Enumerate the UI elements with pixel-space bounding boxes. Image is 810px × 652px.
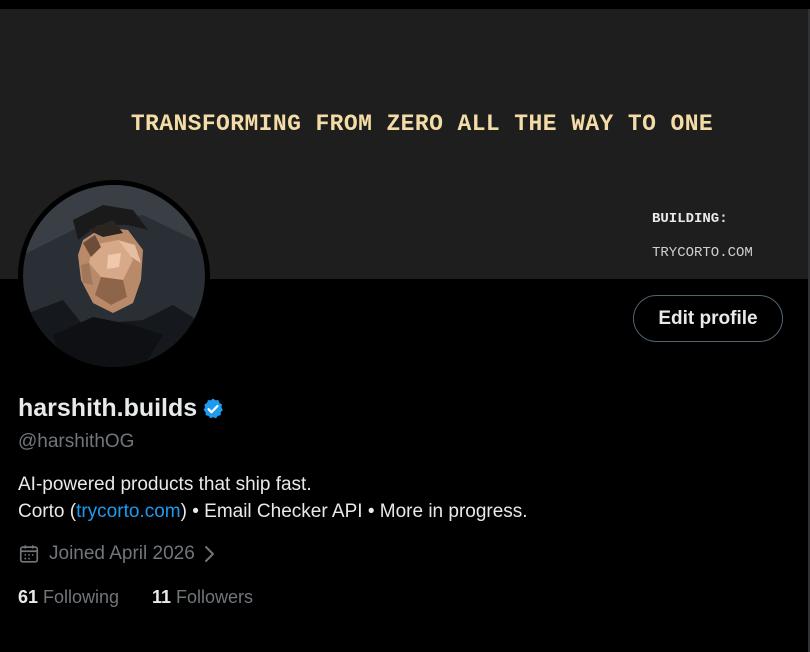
followers-link[interactable]: 11 Followers (152, 587, 253, 608)
banner-building-label: BUILDING: (652, 211, 728, 227)
bio-line-1: AI-powered products that ship fast. (18, 474, 312, 495)
chevron-right-icon (204, 546, 214, 562)
banner-headline: TRANSFORMING FROM ZERO ALL THE WAY TO ON… (130, 111, 714, 137)
edit-profile-button[interactable]: Edit profile (633, 295, 783, 342)
bio-text-prefix: Corto ( (18, 501, 77, 522)
bio-line-2: Corto (trycorto.com) • Email Checker API… (18, 501, 528, 523)
verified-badge-icon[interactable] (201, 397, 225, 421)
following-link[interactable]: 61 Following (18, 587, 119, 608)
bio-link[interactable]: trycorto.com (76, 501, 181, 522)
following-label: Following (43, 587, 120, 607)
joined-date[interactable]: Joined April 2026 (18, 543, 217, 565)
calendar-icon (19, 545, 39, 563)
bio-text-suffix: ) • Email Checker API • More in progress… (180, 501, 528, 522)
top-bar (0, 0, 810, 9)
banner-building-site: TRYCORTO.COM (652, 245, 753, 261)
avatar-image (23, 185, 205, 367)
avatar[interactable] (18, 180, 210, 372)
followers-label: Followers (176, 587, 254, 607)
joined-text: Joined April 2026 (49, 543, 195, 564)
display-name: harshith.builds (18, 394, 225, 423)
profile-handle: @harshithOG (18, 431, 135, 452)
following-count: 61 (18, 587, 39, 607)
display-name-text: harshith.builds (18, 394, 198, 422)
followers-count: 11 (152, 587, 172, 607)
